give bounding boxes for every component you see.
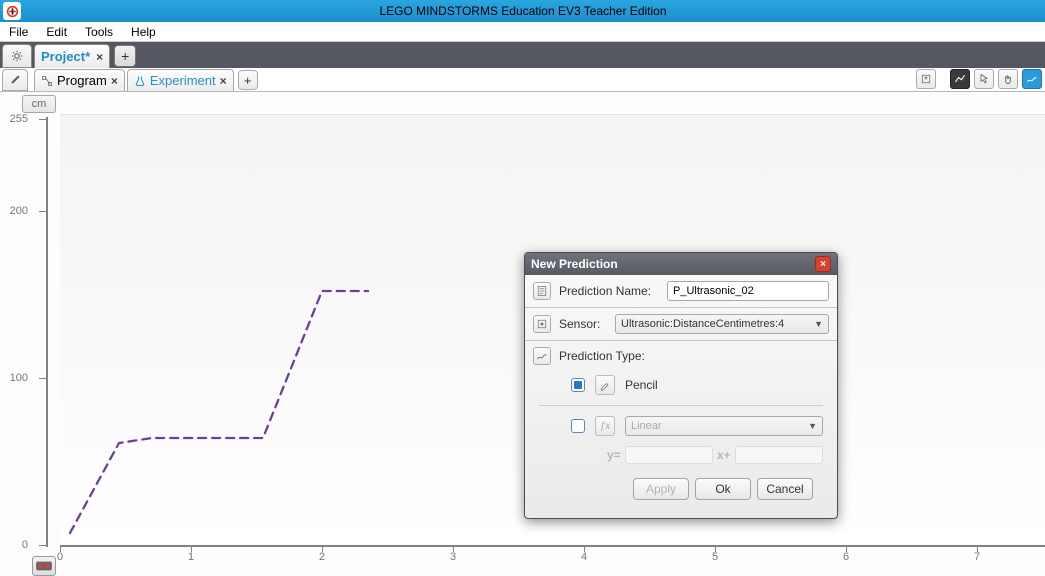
dialog-titlebar[interactable]: New Prediction ×: [525, 253, 837, 275]
export-icon: [920, 73, 932, 85]
y-tick-label: 100: [10, 372, 28, 384]
x-tick-label: 5: [712, 551, 718, 563]
new-prediction-dialog: New Prediction × Prediction Name: Sensor…: [524, 252, 838, 519]
y-axis-line: [46, 117, 48, 547]
tab-program-label: Program: [57, 73, 107, 88]
sensor-port-icon: [536, 318, 548, 330]
y-tick-label: 0: [22, 539, 28, 551]
menu-file[interactable]: File: [0, 22, 37, 42]
x-tick-label: 6: [843, 551, 849, 563]
flask-icon: [134, 75, 146, 87]
project-tab-strip: Project* × +: [0, 42, 1045, 68]
intercept-input: [735, 446, 823, 464]
function-type-value: Linear: [631, 420, 662, 432]
window-title: LEGO MINDSTORMS Education EV3 Teacher Ed…: [21, 4, 1045, 18]
document-icon: [536, 285, 548, 297]
formula-row: y= x+: [539, 446, 823, 472]
app-icon: [3, 2, 21, 20]
chevron-down-icon: ▼: [808, 421, 817, 431]
prediction-type-header: Prediction Type:: [525, 341, 837, 365]
chart-area: cm 255 200 100 0 0 1 2 3 4 5 6: [0, 92, 1045, 575]
inner-tab-strip: Program × Experiment × +: [0, 68, 1045, 92]
project-tab-label: Project*: [41, 49, 90, 64]
hand-icon: [1002, 73, 1014, 85]
tab-program[interactable]: Program ×: [34, 69, 125, 91]
y-equals-label: y=: [607, 448, 621, 462]
x-tick-label: 1: [188, 551, 194, 563]
right-toolbar: [916, 69, 1042, 91]
name-icon: [533, 282, 551, 300]
pointer-tool[interactable]: [974, 69, 994, 89]
flow-icon: [41, 75, 53, 87]
linear-option-row: ƒx Linear ▼: [539, 405, 823, 446]
sensor-selector-icon[interactable]: [32, 556, 56, 576]
sensor-dropdown-value: Ultrasonic:DistanceCentimetres:4: [621, 318, 784, 330]
pencil-icon: [595, 375, 615, 395]
x-tick-label: 0: [57, 551, 63, 563]
prediction-type-body: Pencil ƒx Linear ▼ y= x+ Apply Ok Cancel: [525, 365, 837, 518]
home-button[interactable]: [2, 44, 32, 68]
prediction-name-label: Prediction Name:: [559, 284, 659, 298]
tab-experiment-label: Experiment: [150, 73, 216, 88]
x-tick-label: 4: [581, 551, 587, 563]
apply-button[interactable]: Apply: [633, 478, 689, 500]
prediction-name-input[interactable]: [667, 281, 829, 301]
cancel-button[interactable]: Cancel: [757, 478, 813, 500]
ultrasonic-sensor-icon: [35, 559, 53, 573]
x-axis-line: [60, 545, 1045, 547]
pan-tool[interactable]: [998, 69, 1018, 89]
title-bar: LEGO MINDSTORMS Education EV3 Teacher Ed…: [0, 0, 1045, 22]
new-tab-button[interactable]: +: [238, 70, 258, 90]
menu-help[interactable]: Help: [122, 22, 165, 42]
prediction-name-row: Prediction Name:: [525, 275, 837, 308]
function-type-dropdown[interactable]: Linear ▼: [625, 416, 823, 436]
close-icon[interactable]: ×: [96, 50, 103, 64]
project-tab[interactable]: Project* ×: [34, 44, 110, 68]
pencil-option-row: Pencil: [539, 369, 823, 405]
pencil-label: Pencil: [625, 378, 658, 392]
y-axis-panel: cm 255 200 100 0: [10, 92, 60, 575]
draw-tool[interactable]: [1022, 69, 1042, 89]
tab-experiment[interactable]: Experiment ×: [127, 69, 234, 91]
sun-icon: [11, 50, 23, 62]
dialog-close-button[interactable]: ×: [815, 256, 831, 272]
ok-button[interactable]: Ok: [695, 478, 751, 500]
x-plus-label: x+: [717, 448, 731, 462]
chart-mode-button[interactable]: [950, 69, 970, 89]
type-icon: [533, 347, 551, 365]
x-axis-labels: 0 1 2 3 4 5 6 7: [60, 551, 1045, 565]
chart-icon: [954, 73, 966, 85]
function-icon: ƒx: [595, 416, 615, 436]
y-unit-label[interactable]: cm: [22, 95, 56, 113]
linear-checkbox[interactable]: [571, 419, 585, 433]
chevron-down-icon: ▼: [814, 319, 823, 329]
pointer-icon: [978, 73, 990, 85]
wrench-icon: [9, 74, 21, 86]
sensor-label: Sensor:: [559, 317, 607, 331]
x-tick-label: 7: [974, 551, 980, 563]
new-project-button[interactable]: +: [114, 45, 136, 67]
dialog-buttons: Apply Ok Cancel: [539, 472, 823, 510]
close-icon[interactable]: ×: [220, 74, 227, 88]
sensor-row: Sensor: Ultrasonic:DistanceCentimetres:4…: [525, 308, 837, 341]
x-tick-label: 2: [319, 551, 325, 563]
properties-button[interactable]: [2, 69, 28, 91]
slope-input: [625, 446, 713, 464]
x-tick-label: 3: [450, 551, 456, 563]
prediction-type-label: Prediction Type:: [559, 349, 659, 363]
sensor-dropdown[interactable]: Ultrasonic:DistanceCentimetres:4 ▼: [615, 314, 829, 334]
menu-bar: File Edit Tools Help: [0, 22, 1045, 42]
export-button[interactable]: [916, 69, 936, 89]
pencil-checkbox[interactable]: [571, 378, 585, 392]
y-tick-label: 255: [10, 113, 28, 125]
scribble-icon: [1026, 73, 1038, 85]
scribble-icon: [536, 350, 548, 362]
menu-tools[interactable]: Tools: [76, 22, 122, 42]
y-tick-label: 200: [10, 205, 28, 217]
menu-edit[interactable]: Edit: [37, 22, 76, 42]
dialog-title-text: New Prediction: [531, 257, 618, 271]
close-icon[interactable]: ×: [111, 74, 118, 88]
sensor-icon: [533, 315, 551, 333]
